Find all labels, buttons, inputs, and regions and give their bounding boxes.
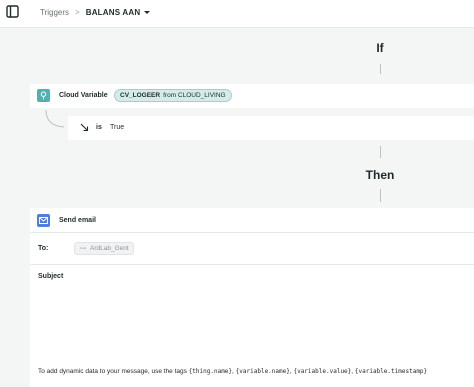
divider xyxy=(30,264,474,265)
chevron-down-icon[interactable] xyxy=(144,11,151,14)
dynamic-tags-help: To add dynamic data to your message, use… xyxy=(38,368,428,375)
arrow-down-right-icon xyxy=(80,123,89,132)
breadcrumb-triggers-link[interactable]: Triggers xyxy=(40,8,69,17)
condition-card[interactable]: Cloud Variable CV_LOGEER from CLOUD_LIVI… xyxy=(30,84,474,108)
cloud-variable-icon xyxy=(37,89,50,102)
variable-name: CV_LOGEER xyxy=(120,92,161,99)
recipient-value: ArdLab_Gent xyxy=(90,245,129,252)
condition-rule-card[interactable]: is True xyxy=(68,116,474,140)
tag-variable-timestamp: {variable.timestamp} xyxy=(354,368,428,375)
condition-title: Cloud Variable xyxy=(59,92,108,99)
to-label: To: xyxy=(38,245,49,252)
help-text: To add dynamic data to your message, use… xyxy=(38,368,187,375)
top-bar: Triggers > BALANS AAN xyxy=(0,0,474,28)
action-title: Send email xyxy=(59,217,96,224)
envelope-icon xyxy=(37,214,50,227)
variable-source: from CLOUD_LIVING xyxy=(163,92,226,99)
breadcrumb: Triggers > BALANS AAN xyxy=(40,8,151,17)
send-email-card: Send email To: ⊶ ArdLab_Gent Subject To … xyxy=(30,208,474,387)
tag-variable-value: {variable.value} xyxy=(293,368,352,375)
sidebar-toggle-button[interactable] xyxy=(3,2,22,21)
divider xyxy=(30,232,474,233)
branch-connector xyxy=(45,109,65,128)
subject-label: Subject xyxy=(38,273,64,280)
connector-line xyxy=(380,146,381,158)
then-label: Then xyxy=(365,168,395,182)
operator-label: is xyxy=(96,124,102,131)
tag-thing-name: {thing.name} xyxy=(188,368,233,375)
message-body-input[interactable] xyxy=(30,284,474,354)
sidebar-toggle-icon xyxy=(6,5,19,18)
tag-variable-name: {variable.name} xyxy=(235,368,290,375)
variable-chip[interactable]: CV_LOGEER from CLOUD_LIVING xyxy=(114,89,232,102)
recipient-field[interactable]: ⊶ ArdLab_Gent xyxy=(74,242,134,255)
breadcrumb-current-trigger[interactable]: BALANS AAN xyxy=(86,8,141,17)
if-label: If xyxy=(376,41,384,55)
connector-line xyxy=(380,64,381,74)
connector-line xyxy=(380,189,381,202)
breadcrumb-separator: > xyxy=(75,8,80,17)
key-icon: ⊶ xyxy=(80,246,86,252)
condition-value[interactable]: True xyxy=(110,124,124,131)
